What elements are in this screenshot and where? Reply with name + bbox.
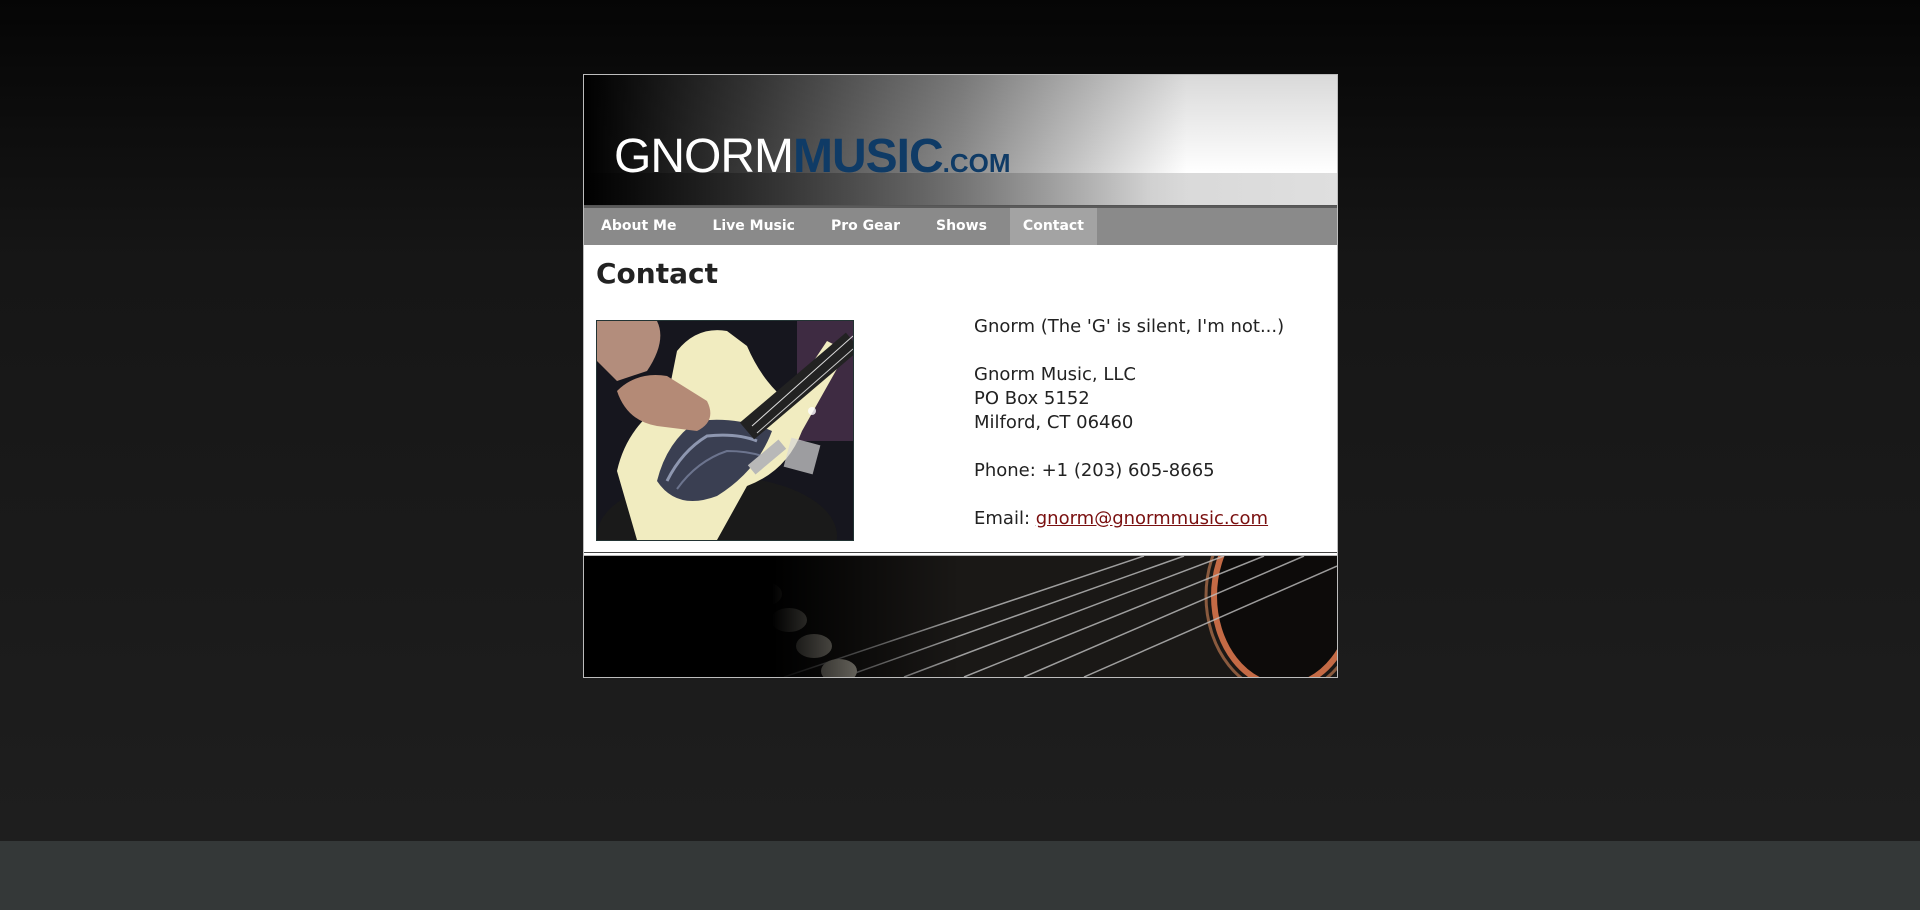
email-line: Email: gnorm@gnormmusic.com <box>974 507 1334 531</box>
logo-part-music: MUSIC <box>792 130 944 183</box>
phone-line: Phone: +1 (203) 605-8665 <box>974 459 1334 483</box>
nav-item-contact[interactable]: Contact <box>1009 208 1097 245</box>
logo-part-com: .COM <box>942 148 1011 178</box>
logo-reflection: GNORMMUSIC.COM <box>614 202 1011 205</box>
address-line-2: Milford, CT 06460 <box>974 412 1134 433</box>
nav-item-about-me[interactable]: About Me <box>588 208 689 245</box>
main-nav: About Me Live Music Pro Gear Shows Conta… <box>584 206 1337 245</box>
site-logo[interactable]: GNORMMUSIC.COM <box>614 133 1011 181</box>
site-header: GNORMMUSIC.COM GNORMMUSIC.COM <box>584 75 1337 206</box>
page-title: Contact <box>596 257 718 290</box>
email-label: Email: <box>974 508 1031 529</box>
guitar-photo-image <box>597 321 853 540</box>
nav-item-pro-gear[interactable]: Pro Gear <box>818 208 913 245</box>
guitar-strings-image <box>584 556 1337 677</box>
main-content: Contact Gnorm (The 'G' is silent, I'm no… <box>584 245 1337 552</box>
page-container: GNORMMUSIC.COM GNORMMUSIC.COM About Me L… <box>583 74 1338 678</box>
footer-banner <box>584 556 1337 677</box>
nav-item-shows[interactable]: Shows <box>923 208 1000 245</box>
phone-label: Phone: <box>974 460 1036 481</box>
nav-item-live-music[interactable]: Live Music <box>699 208 808 245</box>
email-link[interactable]: gnorm@gnormmusic.com <box>1036 508 1268 529</box>
address-line-1: PO Box 5152 <box>974 388 1090 409</box>
logo-part-gnorm: GNORM <box>614 130 794 183</box>
phone-number: +1 (203) 605-8665 <box>1041 460 1215 481</box>
contact-name: Gnorm (The 'G' is silent, I'm not...) <box>974 316 1285 337</box>
guitar-photo <box>596 320 854 541</box>
contact-info: Gnorm (The 'G' is silent, I'm not...) Gn… <box>974 315 1334 531</box>
company-name: Gnorm Music, LLC <box>974 364 1136 385</box>
